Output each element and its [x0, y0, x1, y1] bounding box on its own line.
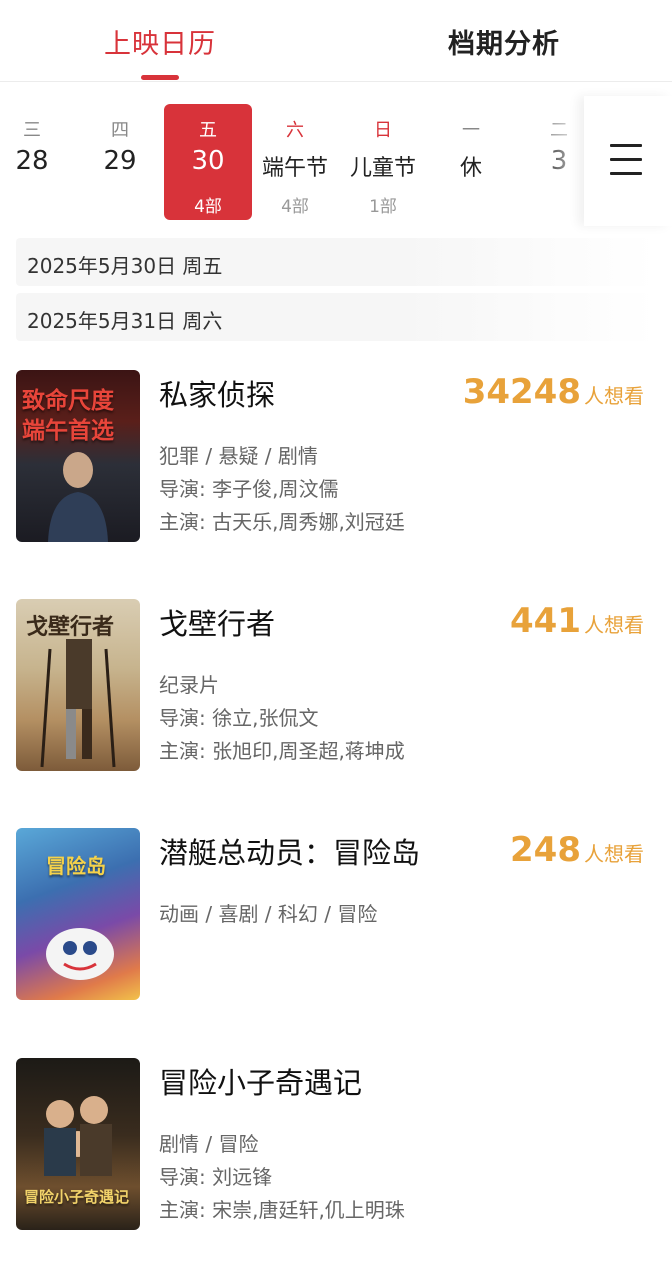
poster-title: 致命尺度 端午首选: [22, 388, 114, 444]
want-unit: 人想看: [584, 613, 644, 637]
poster-title: 冒险岛: [46, 854, 106, 878]
poster-figure: [44, 1096, 112, 1176]
movie-director: 导演: 刘远锋: [159, 1165, 273, 1189]
release-count: 4部: [281, 197, 309, 217]
date-cell-dragon-boat[interactable]: 六 端午节 4部: [251, 104, 339, 220]
movie-poster[interactable]: 戈壁行者: [16, 599, 140, 771]
weekday-label: 五: [199, 120, 217, 141]
tab-schedule-analysis[interactable]: 档期分析: [448, 22, 560, 61]
weekday-label: 四: [111, 120, 129, 141]
want-unit: 人想看: [584, 842, 644, 866]
day-label: 休: [459, 156, 482, 181]
poster-figure: [48, 452, 108, 542]
movie-title[interactable]: 潜艇总动员：冒险岛: [159, 830, 420, 872]
poster-title: 冒险小子奇遇记: [24, 1188, 130, 1206]
movie-item[interactable]: 戈壁行者 戈壁行者 441 人想看 纪录片 导演: 徐立,张侃文 主演: 张旭印,…: [0, 599, 672, 775]
date-cell-rest[interactable]: 一 休: [427, 104, 515, 220]
movie-cast: 主演: 张旭印,周圣超,蒋坤成: [159, 739, 405, 763]
tab-release-calendar[interactable]: 上映日历: [104, 22, 216, 61]
movie-cast: 主演: 宋崇,唐廷轩,仉上明珠: [159, 1198, 405, 1222]
movie-genre: 剧情 / 冒险: [159, 1132, 259, 1156]
want-to-see: 441 人想看: [510, 601, 644, 641]
weekday-label: 三: [23, 120, 41, 141]
date-cell-30-selected[interactable]: 五 30 4部: [164, 104, 252, 220]
poster-title: 戈壁行者: [26, 615, 115, 640]
movie-genre: 犯罪 / 悬疑 / 剧情: [159, 444, 318, 468]
want-to-see: 248 人想看: [510, 830, 644, 870]
movie-poster[interactable]: 致命尺度 端午首选: [16, 370, 140, 542]
date-cell-29[interactable]: 四 29: [76, 104, 164, 220]
movie-director: 导演: 李子俊,周汶儒: [159, 477, 339, 501]
movie-cast: 主演: 古天乐,周秀娜,刘冠廷: [159, 510, 405, 534]
day-number: 30: [191, 146, 225, 176]
active-tab-indicator: [141, 75, 179, 80]
top-tabs: 上映日历 档期分析: [0, 0, 672, 82]
strip-fade: [540, 96, 584, 226]
movie-item[interactable]: 致命尺度 端午首选 私家侦探 34248 人想看 犯罪 / 悬疑 / 剧情 导演:…: [0, 370, 672, 546]
date-header: 2025年5月30日 周五: [16, 238, 656, 286]
movie-item[interactable]: 冒险小子奇遇记 冒险小子奇遇记 剧情 / 冒险 导演: 刘远锋 主演: 宋崇,唐…: [0, 1058, 672, 1234]
want-count: 441: [510, 601, 581, 641]
date-header-label: 2025年5月31日 周六: [27, 309, 223, 333]
movie-title[interactable]: 冒险小子奇遇记: [159, 1060, 362, 1102]
date-cell-childrens-day[interactable]: 日 儿童节 1部: [339, 104, 427, 220]
release-count: 4部: [194, 197, 222, 217]
movie-poster[interactable]: 冒险岛: [16, 828, 140, 1000]
release-count: 1部: [369, 197, 397, 217]
movie-genre: 动画 / 喜剧 / 科幻 / 冒险: [159, 902, 378, 926]
calendar-menu-button[interactable]: [584, 96, 672, 226]
poster-figure: [40, 639, 116, 768]
weekday-label: 六: [286, 120, 304, 141]
date-strip: 三 28 四 29 五 30 4部 六 端午节 4部 日 儿童节 1部 一 休 …: [0, 96, 672, 226]
weekday-label: 一: [462, 120, 480, 141]
date-cell-28[interactable]: 三 28: [0, 104, 76, 220]
movie-item[interactable]: 冒险岛 潜艇总动员：冒险岛 248 人想看 动画 / 喜剧 / 科幻 / 冒险: [0, 828, 672, 1004]
movie-director: 导演: 徐立,张侃文: [159, 706, 319, 730]
movie-poster[interactable]: 冒险小子奇遇记: [16, 1058, 140, 1230]
movie-genre: 纪录片: [159, 673, 219, 697]
want-unit: 人想看: [584, 384, 644, 408]
movie-title[interactable]: 戈壁行者: [159, 601, 275, 643]
want-count: 248: [510, 830, 581, 870]
want-to-see: 34248 人想看: [463, 372, 644, 412]
weekday-label: 日: [374, 120, 392, 141]
day-number: 29: [103, 146, 137, 176]
date-header: 2025年5月31日 周六: [16, 293, 656, 341]
movie-title[interactable]: 私家侦探: [159, 372, 275, 414]
poster-figure: [46, 928, 114, 980]
want-count: 34248: [462, 372, 581, 412]
day-number: 28: [15, 146, 49, 176]
date-header-label: 2025年5月30日 周五: [27, 254, 223, 278]
